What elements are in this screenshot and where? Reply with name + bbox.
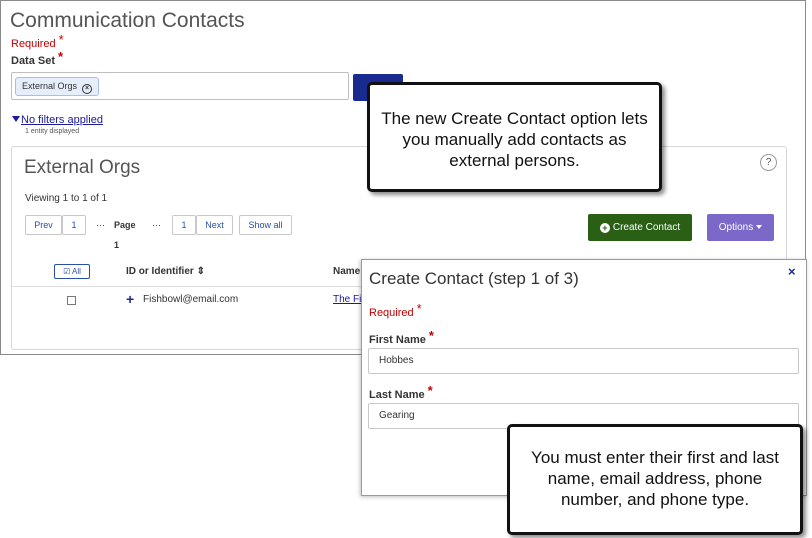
expand-plus-icon[interactable]: + bbox=[126, 291, 134, 307]
chip-remove-icon[interactable]: × bbox=[82, 84, 93, 94]
callout-create-contact: The new Create Contact option lets you m… bbox=[367, 82, 662, 192]
select-all-label: All bbox=[72, 267, 81, 276]
required-indicator: Required * bbox=[11, 32, 64, 50]
dataset-label: Data Set * bbox=[11, 49, 64, 67]
dialog-title: Create Contact (step 1 of 3) bbox=[369, 269, 579, 288]
dataset-label-text: Data Set bbox=[11, 55, 56, 67]
last-name-asterisk: * bbox=[427, 383, 433, 398]
filter-icon bbox=[12, 116, 20, 122]
prev-button[interactable]: Prev bbox=[25, 215, 62, 235]
first-page-button[interactable]: 1 bbox=[62, 215, 86, 235]
column-name-header[interactable]: Name bbox=[333, 266, 360, 277]
dataset-chip-label: External Orgs bbox=[22, 81, 78, 91]
filters-link[interactable]: No filters applied bbox=[12, 114, 103, 126]
required-asterisk: * bbox=[58, 32, 64, 47]
dataset-asterisk: * bbox=[58, 49, 64, 64]
viewing-count: Viewing 1 to 1 of 1 bbox=[25, 193, 108, 204]
help-icon[interactable]: ? bbox=[760, 154, 777, 171]
options-label: Options bbox=[718, 222, 754, 233]
checkbox-icon: ☑ bbox=[63, 267, 73, 276]
show-all-button[interactable]: Show all bbox=[239, 215, 292, 235]
close-icon[interactable]: × bbox=[788, 264, 796, 279]
caret-down-icon bbox=[756, 225, 763, 229]
next-button[interactable]: Next bbox=[196, 215, 233, 235]
required-label: Required bbox=[11, 38, 56, 50]
first-name-asterisk: * bbox=[428, 328, 434, 343]
pager-ellipsis: ··· bbox=[96, 220, 105, 230]
row-checkbox[interactable] bbox=[67, 296, 76, 305]
options-button[interactable]: Options bbox=[707, 214, 774, 241]
last-page-button[interactable]: 1 bbox=[172, 215, 196, 235]
row-identifier: Fishbowl@email.com bbox=[143, 294, 239, 305]
first-name-label: First Name * bbox=[369, 328, 434, 346]
page-label: Page 1 bbox=[114, 220, 136, 250]
dialog-required-asterisk: * bbox=[416, 301, 422, 316]
dataset-chip[interactable]: External Orgs × bbox=[15, 77, 100, 96]
first-name-field[interactable]: Hobbes bbox=[368, 348, 799, 374]
plus-circle-icon: + bbox=[599, 223, 610, 233]
entity-count: 1 entity displayed bbox=[25, 128, 80, 135]
row-name-link[interactable]: The Fi bbox=[333, 294, 361, 305]
dialog-required-indicator: Required * bbox=[369, 301, 422, 319]
dialog-required-label: Required bbox=[369, 307, 414, 319]
last-name-label: Last Name * bbox=[369, 383, 433, 401]
first-name-label-text: First Name bbox=[369, 334, 426, 346]
create-contact-label: Create Contact bbox=[612, 222, 681, 233]
section-title: External Orgs bbox=[24, 157, 141, 178]
dataset-input[interactable]: External Orgs × bbox=[11, 72, 349, 100]
create-contact-button[interactable]: + Create Contact bbox=[588, 214, 692, 241]
last-name-label-text: Last Name bbox=[369, 389, 425, 401]
column-id-label: ID or Identifier bbox=[126, 266, 194, 277]
callout-required-fields: You must enter their first and last name… bbox=[507, 424, 803, 535]
pager-ellipsis-2: ··· bbox=[152, 220, 161, 230]
sort-icon: ⇕ bbox=[196, 266, 205, 277]
page-title: Communication Contacts bbox=[10, 9, 245, 32]
select-all-button[interactable]: ☑ All bbox=[54, 264, 90, 279]
column-id-header[interactable]: ID or Identifier ⇕ bbox=[126, 266, 205, 277]
filters-link-text[interactable]: No filters applied bbox=[21, 114, 103, 126]
